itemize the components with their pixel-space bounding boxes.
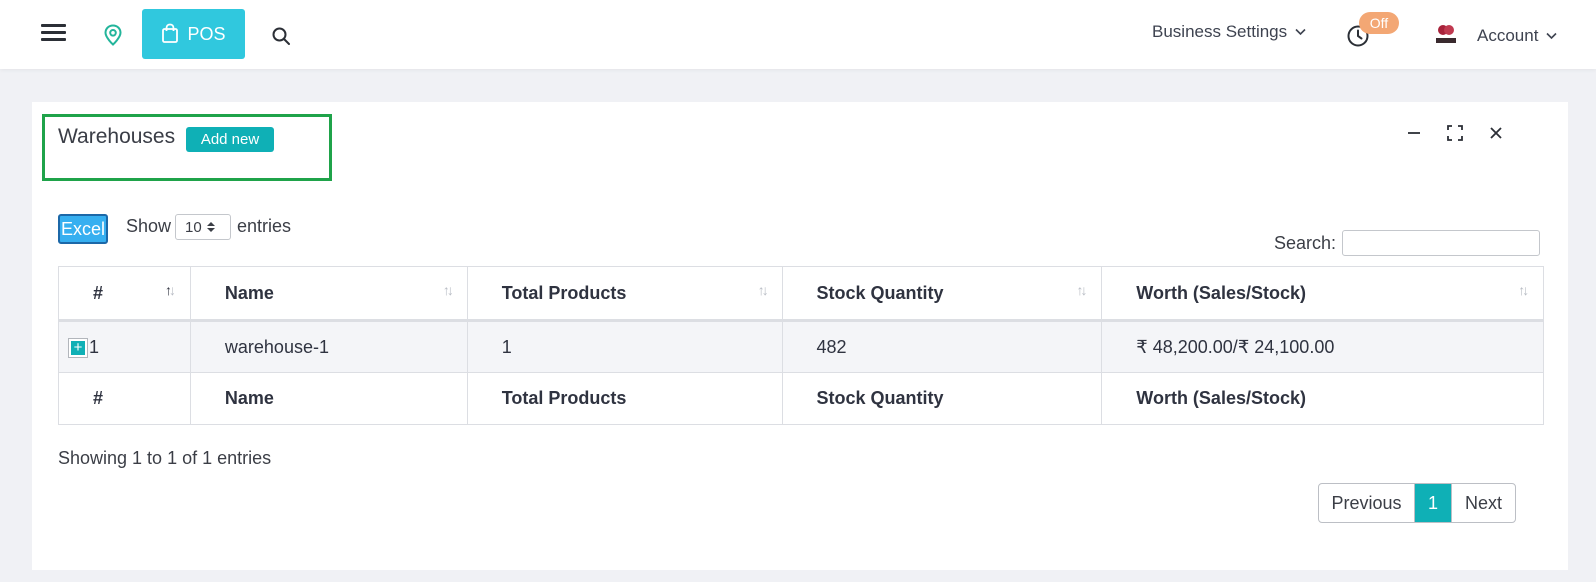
footer-stock-quantity: Stock Quantity [781,372,1103,425]
pos-label: POS [187,23,226,44]
search-label: Search: [1274,233,1337,253]
cell-name: warehouse-1 [189,320,468,373]
expand-row-icon[interactable]: + [68,337,88,358]
excel-export-button[interactable]: Excel [58,214,108,244]
location-pin-icon[interactable] [103,24,123,46]
business-settings-dropdown[interactable]: Business Settings [1152,22,1306,42]
cell-index: +1 [58,320,191,373]
footer-name: Name [189,372,468,425]
cell-stock-quantity: 482 [781,320,1103,373]
pos-button[interactable]: POS [142,9,245,59]
column-header-stock-quantity[interactable]: Stock Quantity ↑↓ [781,266,1103,321]
table-footer-row: # Name Total Products Stock Quantity Wor… [58,372,1544,425]
top-navbar: POS Business Settings Off Account [0,0,1596,69]
footer-index: # [58,372,191,425]
sort-icon: ↑↓ [757,282,769,298]
minimize-icon[interactable] [1403,122,1425,144]
account-dropdown[interactable]: Account [1477,26,1558,46]
entries-select[interactable]: 10 [175,214,231,240]
close-icon[interactable] [1485,122,1507,144]
search-input[interactable] [1342,230,1540,256]
chevron-down-icon [1546,32,1558,40]
chevron-down-icon [1295,28,1306,36]
entries-value: 10 [185,218,202,236]
show-label: Show [126,216,172,236]
sort-icon: ↑↓ [165,282,176,298]
status-badge: Off [1359,12,1399,34]
next-page-button[interactable]: Next [1451,484,1515,522]
footer-worth: Worth (Sales/Stock) [1101,372,1544,425]
menu-toggle-icon[interactable] [41,22,66,42]
cell-total-products: 1 [466,320,783,373]
fullscreen-icon[interactable] [1444,122,1466,144]
shopping-bag-icon [162,23,179,43]
current-page-button[interactable]: 1 [1415,484,1451,522]
sort-icon: ↑↓ [442,282,454,298]
showing-entries-info: Showing 1 to 1 of 1 entries [58,448,272,468]
previous-page-button[interactable]: Previous [1319,484,1415,522]
column-header-worth[interactable]: Worth (Sales/Stock) ↑↓ [1101,266,1544,321]
search-icon[interactable] [271,26,291,46]
sort-icon: ↑↓ [1076,282,1088,298]
table-row[interactable]: +1 warehouse-1 1 482 ₹ 48,200.00/₹ 24,10… [58,320,1544,373]
column-header-total-products[interactable]: Total Products ↑↓ [466,266,783,321]
page-title: Warehouses [58,125,176,148]
column-header-index[interactable]: # ↑↓ [58,266,191,321]
business-settings-label: Business Settings [1152,22,1288,41]
table-header-row: # ↑↓ Name ↑↓ Total Products ↑↓ Stock Quanti… [58,266,1544,321]
entries-label: entries [237,216,292,236]
brand-logo [1436,25,1456,43]
warehouses-table: # ↑↓ Name ↑↓ Total Products ↑↓ Stock Quanti… [58,266,1544,425]
add-new-button[interactable]: Add new [186,127,274,152]
cell-worth: ₹ 48,200.00/₹ 24,100.00 [1101,320,1544,373]
column-header-name[interactable]: Name ↑↓ [189,266,468,321]
account-label: Account [1477,26,1539,45]
warehouses-card: Warehouses Add new Excel Show 10 entries… [32,102,1568,570]
sort-icon: ↑↓ [1518,282,1529,298]
sort-updown-icon [206,222,215,232]
pagination: Previous 1 Next [1318,483,1516,523]
footer-total-products: Total Products [466,372,783,425]
